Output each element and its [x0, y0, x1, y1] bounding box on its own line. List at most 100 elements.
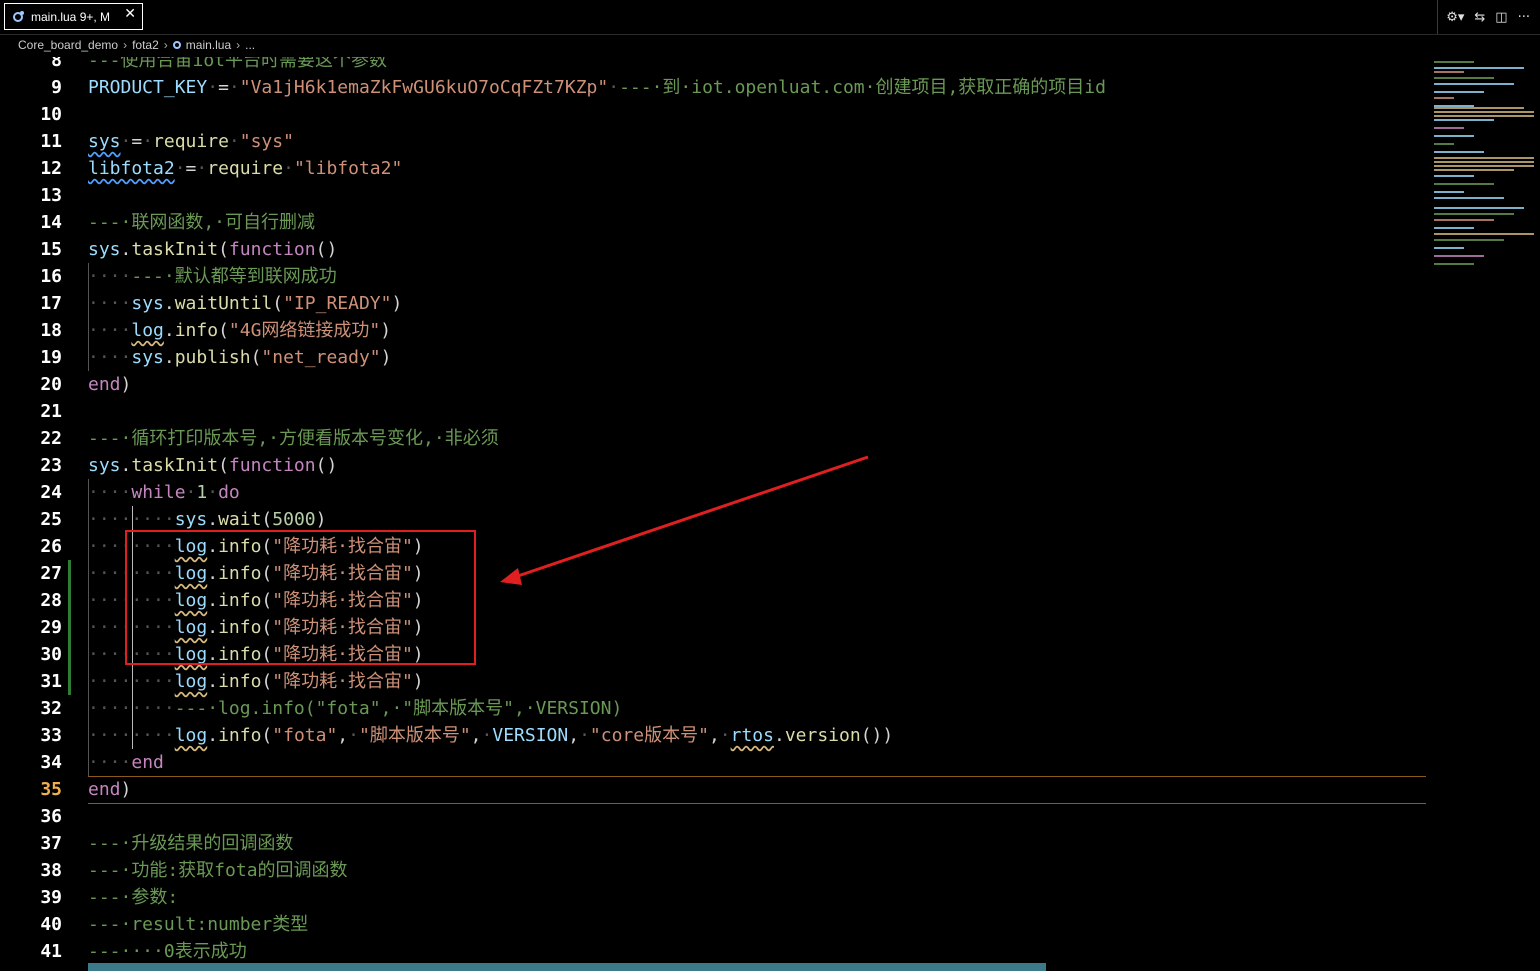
code-line[interactable]: 23 sys.taskInit(function(): [0, 452, 1430, 479]
minimap-line: [1434, 67, 1524, 69]
code-token: ····: [88, 266, 132, 287]
code-line[interactable]: 31 ········log.info("降功耗·找合宙"): [0, 668, 1430, 695]
code-line[interactable]: 25 ········sys.wait(5000): [0, 506, 1430, 533]
code-token: .: [163, 320, 175, 341]
minimap-line: [1434, 151, 1484, 153]
code-token: require: [153, 131, 229, 152]
minimap-line: [1434, 227, 1474, 229]
code-token: .: [120, 239, 132, 260]
run-debug-icon[interactable]: ⚙▾: [1446, 10, 1464, 25]
code-token: ---····0表示成功: [88, 941, 247, 962]
breadcrumb-item[interactable]: main.lua: [186, 38, 231, 52]
line-number: 17: [40, 293, 62, 314]
code-line[interactable]: 12 libfota2·=·require·"libfota2": [0, 155, 1430, 182]
code-line[interactable]: 15 sys.taskInit(function(): [0, 236, 1430, 263]
minimap-line: [1434, 255, 1484, 257]
current-line-highlight: [88, 776, 1426, 804]
line-number: 29: [40, 617, 62, 638]
code-token: ---·参数:: [88, 887, 179, 908]
code-token: function: [228, 239, 316, 260]
line-number: 36: [40, 806, 62, 827]
code-line[interactable]: 39 ---·参数:: [0, 884, 1430, 911]
lua-file-icon: [172, 41, 181, 49]
code-token: sys: [88, 239, 121, 260]
code-line[interactable]: 10: [0, 101, 1430, 128]
code-line[interactable]: 38 ---·功能:获取fota的回调函数: [0, 857, 1430, 884]
code-line[interactable]: 37 ---·升级结果的回调函数: [0, 830, 1430, 857]
code-token: "4G网络链接成功": [228, 320, 381, 341]
code-line[interactable]: 9 PRODUCT_KEY·=·"Va1jH6k1emaZkFwGU6kuO7oC…: [0, 74, 1430, 101]
code-token: taskInit: [131, 239, 219, 260]
code-token: PRODUCT_KEY: [88, 77, 208, 98]
minimap-line: [1434, 135, 1474, 137]
code-editor[interactable]: 8 ---使用合宙iot平台时需要这个参数 9 PRODUCT_KEY·=·"Va1j…: [0, 57, 1430, 971]
code-line[interactable]: 32 ········---·log.info("fota",·"脚本版本号",·…: [0, 695, 1430, 722]
code-text: ········log.info("降功耗·找合宙"): [88, 668, 424, 695]
code-text: ········---·log.info("fota",·"脚本版本号",·VE…: [88, 695, 622, 722]
code-line[interactable]: 16 ····---·默认都等到联网成功: [0, 263, 1430, 290]
code-line[interactable]: 19 ····sys.publish("net_ready"): [0, 344, 1430, 371]
code-token: .: [207, 671, 219, 692]
line-number: 22: [40, 428, 62, 449]
code-token: ····: [88, 752, 132, 773]
code-line[interactable]: 20 end): [0, 371, 1430, 398]
breadcrumb-item[interactable]: ...: [245, 38, 255, 52]
code-token: ·: [196, 158, 208, 179]
code-token: ·: [719, 725, 731, 746]
minimap-line: [1434, 213, 1514, 215]
minimap-line: [1434, 161, 1534, 163]
code-line[interactable]: 17 ····sys.waitUntil("IP_READY"): [0, 290, 1430, 317]
line-number: 13: [40, 185, 62, 206]
code-line[interactable]: 33········log.info("fota",·"脚本版本号",·VERS…: [0, 722, 1430, 749]
line-number: 14: [40, 212, 62, 233]
more-actions-icon[interactable]: ···: [1518, 10, 1530, 25]
code-line[interactable]: 34 ····end: [0, 749, 1430, 776]
split-editor-icon[interactable]: ◫: [1495, 10, 1507, 25]
code-text: ····sys.waitUntil("IP_READY"): [88, 290, 402, 317]
code-line[interactable]: 8 ---使用合宙iot平台时需要这个参数: [0, 57, 1430, 74]
breadcrumb-item[interactable]: fota2: [132, 38, 159, 52]
code-line[interactable]: 41 ---····0表示成功: [0, 938, 1430, 965]
code-text: ····sys.publish("net_ready"): [88, 344, 391, 371]
code-line[interactable]: 13: [0, 182, 1430, 209]
tab-label: main.lua 9+, M: [31, 9, 111, 24]
line-number: 40: [40, 914, 62, 935]
code-token: 5000: [272, 509, 316, 530]
breadcrumb-item[interactable]: Core_board_demo: [18, 38, 118, 52]
code-text: ····log.info("4G网络链接成功"): [88, 317, 391, 344]
code-line[interactable]: 21: [0, 398, 1430, 425]
code-token: ····: [88, 347, 132, 368]
minimap-line: [1434, 83, 1514, 85]
code-token: ): [412, 671, 424, 692]
code-token: ,: [470, 725, 482, 746]
code-line[interactable]: 35 end): [0, 776, 1430, 804]
code-line[interactable]: 36: [0, 803, 1430, 830]
code-token: version: [784, 725, 861, 746]
horizontal-scrollbar[interactable]: [88, 963, 1046, 971]
close-icon[interactable]: ✕: [124, 6, 136, 22]
line-number: 39: [40, 887, 62, 908]
indent-guide: [88, 479, 89, 776]
line-number: 19: [40, 347, 62, 368]
compare-changes-icon[interactable]: ⇆: [1474, 10, 1485, 25]
code-line[interactable]: 24 ····while·1·do: [0, 479, 1430, 506]
code-text: ---·升级结果的回调函数: [88, 830, 293, 857]
code-line[interactable]: 40 ---·result:number类型: [0, 911, 1430, 938]
code-token: ---使用合宙iot平台时需要这个参数: [88, 57, 388, 71]
code-line[interactable]: 14 ---·联网函数,·可自行删减: [0, 209, 1430, 236]
minimap-line: [1434, 97, 1454, 99]
code-text: ········sys.wait(5000): [88, 506, 326, 533]
line-number: 24: [40, 482, 62, 503]
code-token: end: [88, 374, 121, 395]
code-token: ·: [174, 158, 186, 179]
code-line[interactable]: 11 sys·=·require·"sys": [0, 128, 1430, 155]
tab-bar: main.lua 9+, M ✕ ⚙▾ ⇆ ◫ ···: [0, 0, 1540, 35]
line-number: 27: [40, 563, 62, 584]
minimap[interactable]: [1430, 57, 1540, 971]
tab-main-lua[interactable]: main.lua 9+, M ✕: [4, 3, 143, 30]
code-text: sys·=·require·"sys": [88, 128, 294, 155]
code-token: .: [120, 455, 132, 476]
line-number: 35: [40, 779, 62, 800]
code-line[interactable]: 22 ---·循环打印版本号,·方便看版本号变化,·非必须: [0, 425, 1430, 452]
code-line[interactable]: 18 ····log.info("4G网络链接成功"): [0, 317, 1430, 344]
